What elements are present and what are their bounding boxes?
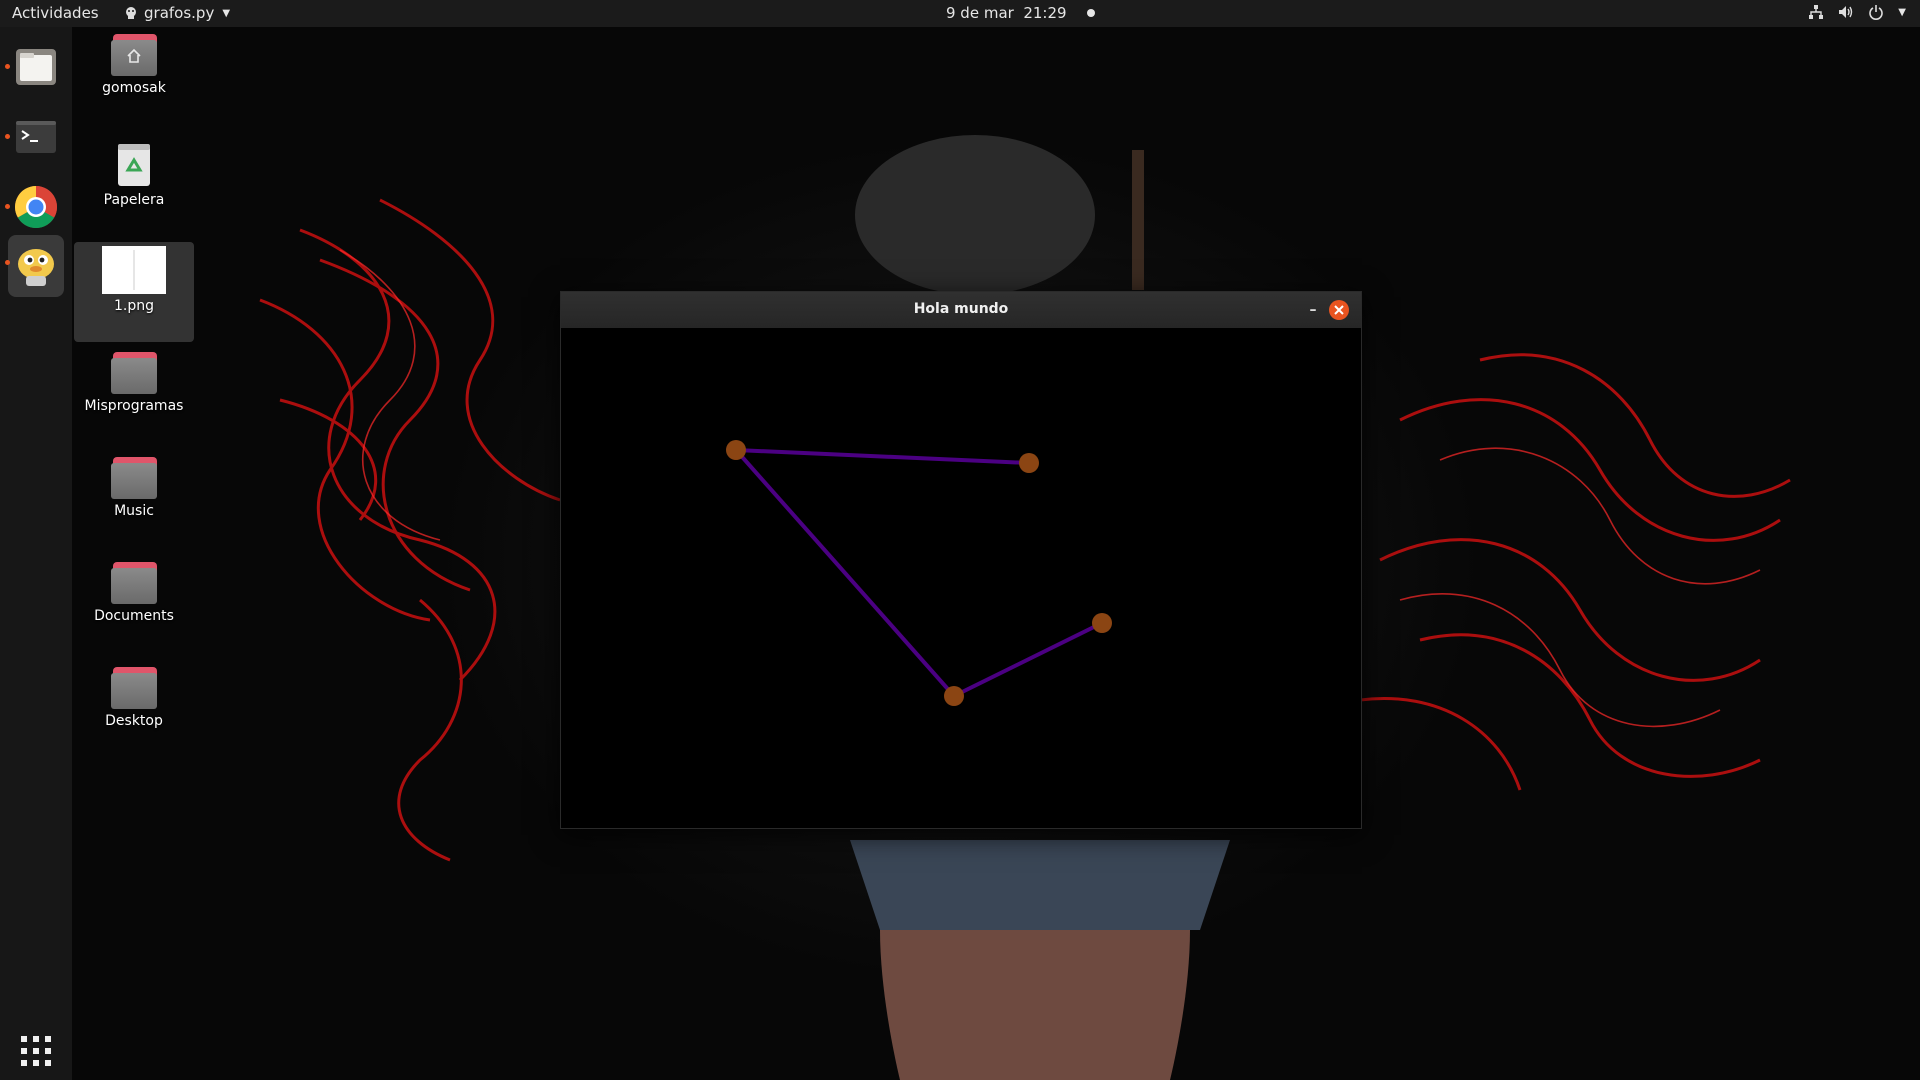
close-icon: [1334, 305, 1344, 315]
desktop-icon-label: Desktop: [105, 713, 163, 729]
power-icon[interactable]: [1868, 4, 1884, 20]
python-icon: [18, 249, 54, 286]
show-applications-button[interactable]: [19, 1034, 53, 1068]
desktop-icon-trash[interactable]: Papelera: [74, 140, 194, 208]
folder-icon: [111, 457, 157, 499]
trash-icon: [110, 140, 158, 188]
desktop-icon-label: 1.png: [113, 298, 154, 314]
desktop-icon-label: gomosak: [102, 80, 166, 96]
desktop-icon-label: Papelera: [103, 192, 165, 208]
home-folder-icon: [111, 34, 157, 76]
graph-canvas[interactable]: [561, 328, 1361, 828]
desktop-icon-misprogramas[interactable]: Misprogramas: [74, 352, 194, 414]
app-menu[interactable]: grafos.py ▼: [124, 4, 230, 22]
files-icon: [16, 49, 56, 85]
desktop-icon-label: Music: [114, 503, 154, 519]
activities-button[interactable]: Actividades: [12, 4, 99, 22]
clock[interactable]: 9 de mar 21:29: [946, 4, 1095, 22]
terminal-icon: [16, 121, 56, 153]
dock-item-chrome[interactable]: [5, 179, 64, 235]
desktop-icon-label: Documents: [94, 608, 174, 624]
image-file-icon: [102, 246, 166, 294]
graph-node: [944, 686, 964, 706]
dock-item-terminal[interactable]: [5, 109, 64, 165]
graph-node: [1092, 613, 1112, 633]
minimize-button[interactable]: –: [1301, 298, 1325, 322]
dock-item-files[interactable]: [5, 39, 64, 95]
running-indicator: [5, 64, 10, 69]
desktop-icon-home[interactable]: gomosak: [74, 34, 194, 96]
desktop-icon-documents[interactable]: Documents: [74, 562, 194, 624]
running-indicator: [5, 204, 10, 209]
desktop-icon-music[interactable]: Music: [74, 457, 194, 519]
running-indicator: [5, 134, 10, 139]
close-button[interactable]: [1329, 300, 1349, 320]
folder-icon: [111, 562, 157, 604]
notification-dot: [1086, 9, 1095, 17]
app-window: Hola mundo –: [560, 291, 1362, 829]
network-icon[interactable]: [1808, 4, 1824, 20]
chrome-icon: [14, 186, 58, 229]
desktop-icon-label: Misprogramas: [84, 398, 184, 414]
dock-item-python-app[interactable]: [5, 235, 64, 297]
dock: [0, 27, 72, 1080]
chevron-down-icon: ▼: [222, 7, 231, 19]
graph-edge: [953, 621, 1103, 698]
desktop-icon-image-file[interactable]: 1.png: [74, 242, 194, 342]
volume-icon[interactable]: [1838, 4, 1854, 20]
folder-icon: [111, 667, 157, 709]
grid-icon: [21, 1036, 51, 1066]
window-titlebar[interactable]: Hola mundo –: [561, 292, 1361, 328]
chevron-down-icon[interactable]: ▼: [1898, 7, 1906, 18]
desktop-icon-desktop[interactable]: Desktop: [74, 667, 194, 729]
app-menu-label: grafos.py: [144, 4, 215, 22]
folder-icon: [111, 352, 157, 394]
graph-drawing: [726, 440, 1112, 706]
clock-label: 9 de mar 21:29: [946, 4, 1067, 22]
graph-edge: [734, 448, 956, 698]
graph-node: [1019, 453, 1039, 473]
running-indicator: [5, 260, 10, 265]
top-bar: Actividades grafos.py ▼ 9 de mar 21:29 ▼: [0, 0, 1920, 27]
system-tray[interactable]: ▼: [1808, 4, 1906, 20]
graph-node: [726, 440, 746, 460]
graph-edge: [735, 448, 1030, 465]
window-title: Hola mundo: [913, 301, 1009, 317]
python-icon: [124, 6, 138, 20]
